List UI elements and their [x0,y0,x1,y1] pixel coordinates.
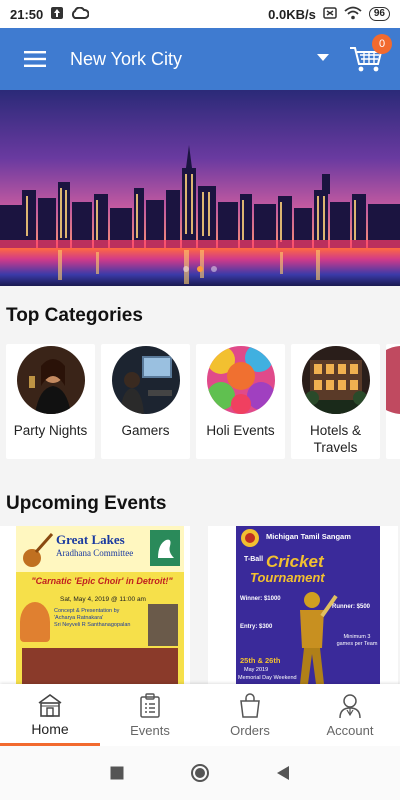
party-photo [16,346,85,414]
network-speed: 0.0KB/s [268,6,316,22]
event-org-title: Michigan Tamil Sangam [266,532,351,541]
banner-dot[interactable] [211,266,217,272]
tab-label: Orders [230,722,270,738]
event-entry: Entry: $300 [240,624,273,630]
tab-events[interactable]: Events [100,684,200,746]
event-headline-top: T-Ball [244,556,264,563]
upcoming-events-title: Upcoming Events [6,493,167,514]
event-headline: "Carnatic 'Epic Choir' in Detroit!" [31,576,173,586]
tab-account[interactable]: Account [300,684,400,746]
hamburger-icon [24,51,46,67]
singer-portrait [20,602,50,642]
swan-logo-icon [150,530,180,566]
battery-indicator: 96 [368,7,390,21]
caret-down-icon [317,54,329,61]
event-dates: 25th & 26th [240,656,281,665]
banner-dot-active[interactable] [197,266,203,272]
circle-icon [191,764,209,782]
tab-label: Events [130,722,170,738]
tab-label: Home [31,721,69,737]
category-gamers[interactable]: Gamers [101,344,190,459]
category-hotels-travels[interactable]: Hotels & Travels [291,344,380,459]
gamers-photo [111,346,180,414]
category-holi-events[interactable]: Holi Events [196,344,285,459]
hotel-photo [301,346,370,414]
wifi-icon [344,6,362,23]
event-card-carnatic[interactable]: Great Lakes Aradhana Committee "Carnatic… [0,526,190,684]
event-poster: Great Lakes Aradhana Committee "Carnatic… [16,526,184,684]
home-system-button[interactable] [190,763,210,783]
category-label: Gamers [121,423,170,438]
event-minimum: Minimum 3 games per Team [336,634,378,647]
event-month: May 2019 [244,667,269,673]
status-bar: 21:50 0.0KB/s 96 [0,0,400,28]
events-icon [140,692,160,718]
system-navigation-bar [0,746,400,800]
event-org-title: Great Lakes [56,532,125,547]
menu-button[interactable] [0,28,70,90]
account-icon [339,693,361,718]
event-winner: Winner: $1000 [240,596,281,602]
cloud-icon [71,6,90,22]
events-carousel[interactable]: Great Lakes Aradhana Committee "Carnatic… [0,526,400,684]
credit-line: 'Acharya Ratnakara' [54,615,104,621]
event-date: Sat, May 4, 2019 @ 11:00 am [60,596,146,603]
sangam-logo-icon [241,529,259,547]
tab-label: Account [326,722,374,738]
category-label: Party Nights [13,423,88,438]
holi-photo [206,346,275,414]
city-skyline-image [0,90,400,286]
app-screen: 21:50 0.0KB/s 96 New York City 0 Top Cat… [0,0,400,800]
status-time: 21:50 [10,6,44,22]
event-weekend: Memorial Day Weekend [238,675,297,681]
top-categories-title: Top Categories [6,305,143,326]
tab-orders[interactable]: Orders [200,684,300,746]
cart-button[interactable]: 0 [348,34,392,80]
tab-home[interactable]: Home [0,684,100,746]
choir-photo [22,648,178,684]
banner-pagination [0,266,400,272]
city-selector-label[interactable]: New York City [70,49,182,70]
event-headline-main: Cricket [266,552,324,571]
category-partial[interactable] [386,344,400,459]
credit-line: Sri Neyveli R Santhanagopalan [54,622,131,628]
hero-banner[interactable] [0,90,400,286]
category-label: Holi Events [206,423,275,438]
home-icon [38,694,62,717]
event-poster: Michigan Tamil Sangam T-Ball Cricket Tou… [236,526,380,684]
back-triangle-icon [277,766,289,780]
app-bar: New York City 0 [0,28,400,90]
cart-count-badge: 0 [372,34,392,54]
banner-dot[interactable] [183,266,189,272]
event-credits: Concept & Presentation by 'Acharya Ratna… [54,608,144,629]
category-label: Hotels & Travels [309,423,362,455]
categories-carousel[interactable]: Party Nights Gamers Holi Events Hotels &… [6,344,400,459]
credit-line: Concept & Presentation by [54,608,120,614]
back-button[interactable] [276,765,290,781]
event-org-subtitle: Aradhana Committee [56,548,134,558]
event-card-cricket[interactable]: Michigan Tamil Sangam T-Ball Cricket Tou… [208,526,398,684]
sim-icon [323,6,337,22]
event-headline-sub: Tournament [250,570,325,585]
category-party-nights[interactable]: Party Nights [6,344,95,459]
bottom-navigation: Home Events Orders Account [0,684,400,746]
veena-icon [23,533,54,567]
orders-icon [240,692,260,718]
square-icon [110,766,124,780]
batsman-silhouette [300,592,338,684]
recents-button[interactable] [110,766,124,780]
upload-notification-icon [50,6,64,23]
venue-photo [148,604,178,646]
city-dropdown-button[interactable] [313,48,333,68]
partial-category-photo [386,346,400,414]
